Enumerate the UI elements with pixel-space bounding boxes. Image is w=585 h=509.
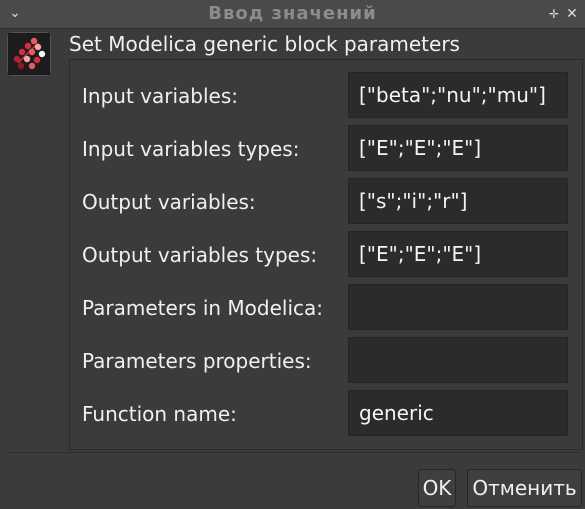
window-title: Ввод значений xyxy=(208,3,377,24)
parameters-properties-label: Parameters properties: xyxy=(82,349,312,373)
close-icon[interactable]: ✕ xyxy=(565,4,579,24)
function-name-field[interactable]: generic xyxy=(348,390,568,436)
input-variables-label: Input variables: xyxy=(82,84,238,108)
ok-button[interactable]: OK xyxy=(418,469,456,507)
dialog-heading: Set Modelica generic block parameters xyxy=(69,32,460,56)
input-variables-field[interactable]: ["beta";"nu";"mu"] xyxy=(348,72,568,118)
input-variables-types-field[interactable]: ["E";"E";"E"] xyxy=(348,125,568,171)
scilab-block-icon xyxy=(7,32,51,76)
title-bar[interactable]: ⌄ Ввод значений ✛ ✕ xyxy=(0,0,585,29)
output-variables-types-label: Output variables types: xyxy=(82,243,318,267)
output-variables-types-field[interactable]: ["E";"E";"E"] xyxy=(348,231,568,277)
footer-divider xyxy=(8,452,582,453)
function-name-label: Function name: xyxy=(82,402,237,426)
output-variables-field[interactable]: ["s";"i";"r"] xyxy=(348,178,568,224)
dialog-window: ⌄ Ввод значений ✛ ✕ Set Modelica generic… xyxy=(0,0,585,509)
output-variables-label: Output variables: xyxy=(82,190,256,214)
pin-icon[interactable]: ✛ xyxy=(547,4,561,24)
parameters-in-modelica-field[interactable] xyxy=(348,284,568,330)
parameters-in-modelica-label: Parameters in Modelica: xyxy=(82,296,324,320)
cancel-button[interactable]: Отменить xyxy=(467,469,582,507)
parameters-properties-field[interactable] xyxy=(348,337,568,383)
input-variables-types-label: Input variables types: xyxy=(82,137,300,161)
